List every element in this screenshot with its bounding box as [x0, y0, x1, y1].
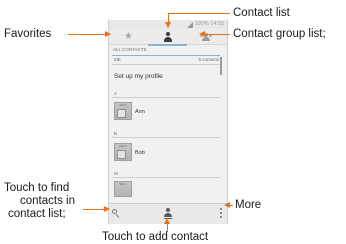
sim-label: SIM 2 — [119, 182, 127, 186]
callout-contact-list: Contact list — [233, 7, 290, 19]
battery-label: 100% — [194, 21, 209, 27]
callout-add-contact: Touch to add contact — [102, 231, 209, 243]
arrow-contact-list — [168, 13, 230, 15]
arrow-head — [104, 206, 110, 212]
selected-tab-indicator — [148, 44, 187, 46]
person-icon — [164, 32, 172, 42]
arrow-favorites — [68, 34, 108, 36]
contact-photo: SIM 2 — [114, 102, 132, 120]
me-label: ME — [114, 57, 121, 62]
callout-find-line1: Touch to find — [4, 182, 70, 194]
all-contacts-header: ALL CONTACTS — [113, 47, 147, 52]
sim-label: SIM 2 — [119, 144, 127, 148]
contacts-tab-bar: ★ — [109, 29, 227, 46]
signal-icon — [187, 21, 193, 28]
setup-profile-item[interactable]: Set up my profile — [114, 73, 163, 80]
callout-contact-group-list: Contact group list; — [233, 28, 326, 40]
contacts-count: 5 contacts — [198, 57, 219, 62]
arrow-head — [164, 218, 170, 224]
sim-label: SIM 2 — [119, 103, 127, 107]
arrow-group-list — [202, 34, 230, 36]
section-letter: A — [114, 91, 118, 96]
divider — [112, 177, 220, 178]
status-time: 14:55 — [210, 21, 224, 27]
section-letter: M — [114, 171, 118, 176]
scrollbar[interactable] — [220, 57, 222, 75]
divider — [112, 55, 220, 56]
contact-card-icon — [117, 109, 126, 118]
contact-name: Ann — [135, 109, 145, 115]
overflow-menu-icon[interactable] — [220, 208, 222, 218]
contact-name: Bob — [135, 150, 145, 156]
divider — [112, 97, 220, 98]
arrow-head — [224, 202, 230, 208]
callout-more: More — [235, 199, 262, 211]
tab-favorites[interactable]: ★ — [109, 29, 148, 45]
divider — [112, 64, 220, 65]
star-icon: ★ — [124, 31, 133, 42]
arrow-head — [105, 31, 111, 37]
tab-contact-groups[interactable] — [187, 29, 226, 45]
contact-photo: SIM 2 — [114, 181, 132, 197]
callout-find-line2: contacts in — [20, 195, 75, 207]
contact-photo: SIM 2 — [114, 143, 132, 161]
section-letter: B — [114, 131, 118, 136]
contacts-screen: 100% 14:55 ★ ALL CONTACTS ME 5 contacts … — [108, 20, 228, 224]
search-icon[interactable] — [112, 209, 120, 219]
tab-contact-list[interactable] — [148, 29, 187, 46]
arrow-head — [165, 22, 171, 28]
arrow-head — [199, 31, 205, 37]
divider — [112, 137, 220, 138]
callout-favorites: Favorites — [4, 28, 52, 40]
contact-card-icon — [117, 150, 126, 159]
callout-find-line3: contact list; — [8, 208, 66, 220]
